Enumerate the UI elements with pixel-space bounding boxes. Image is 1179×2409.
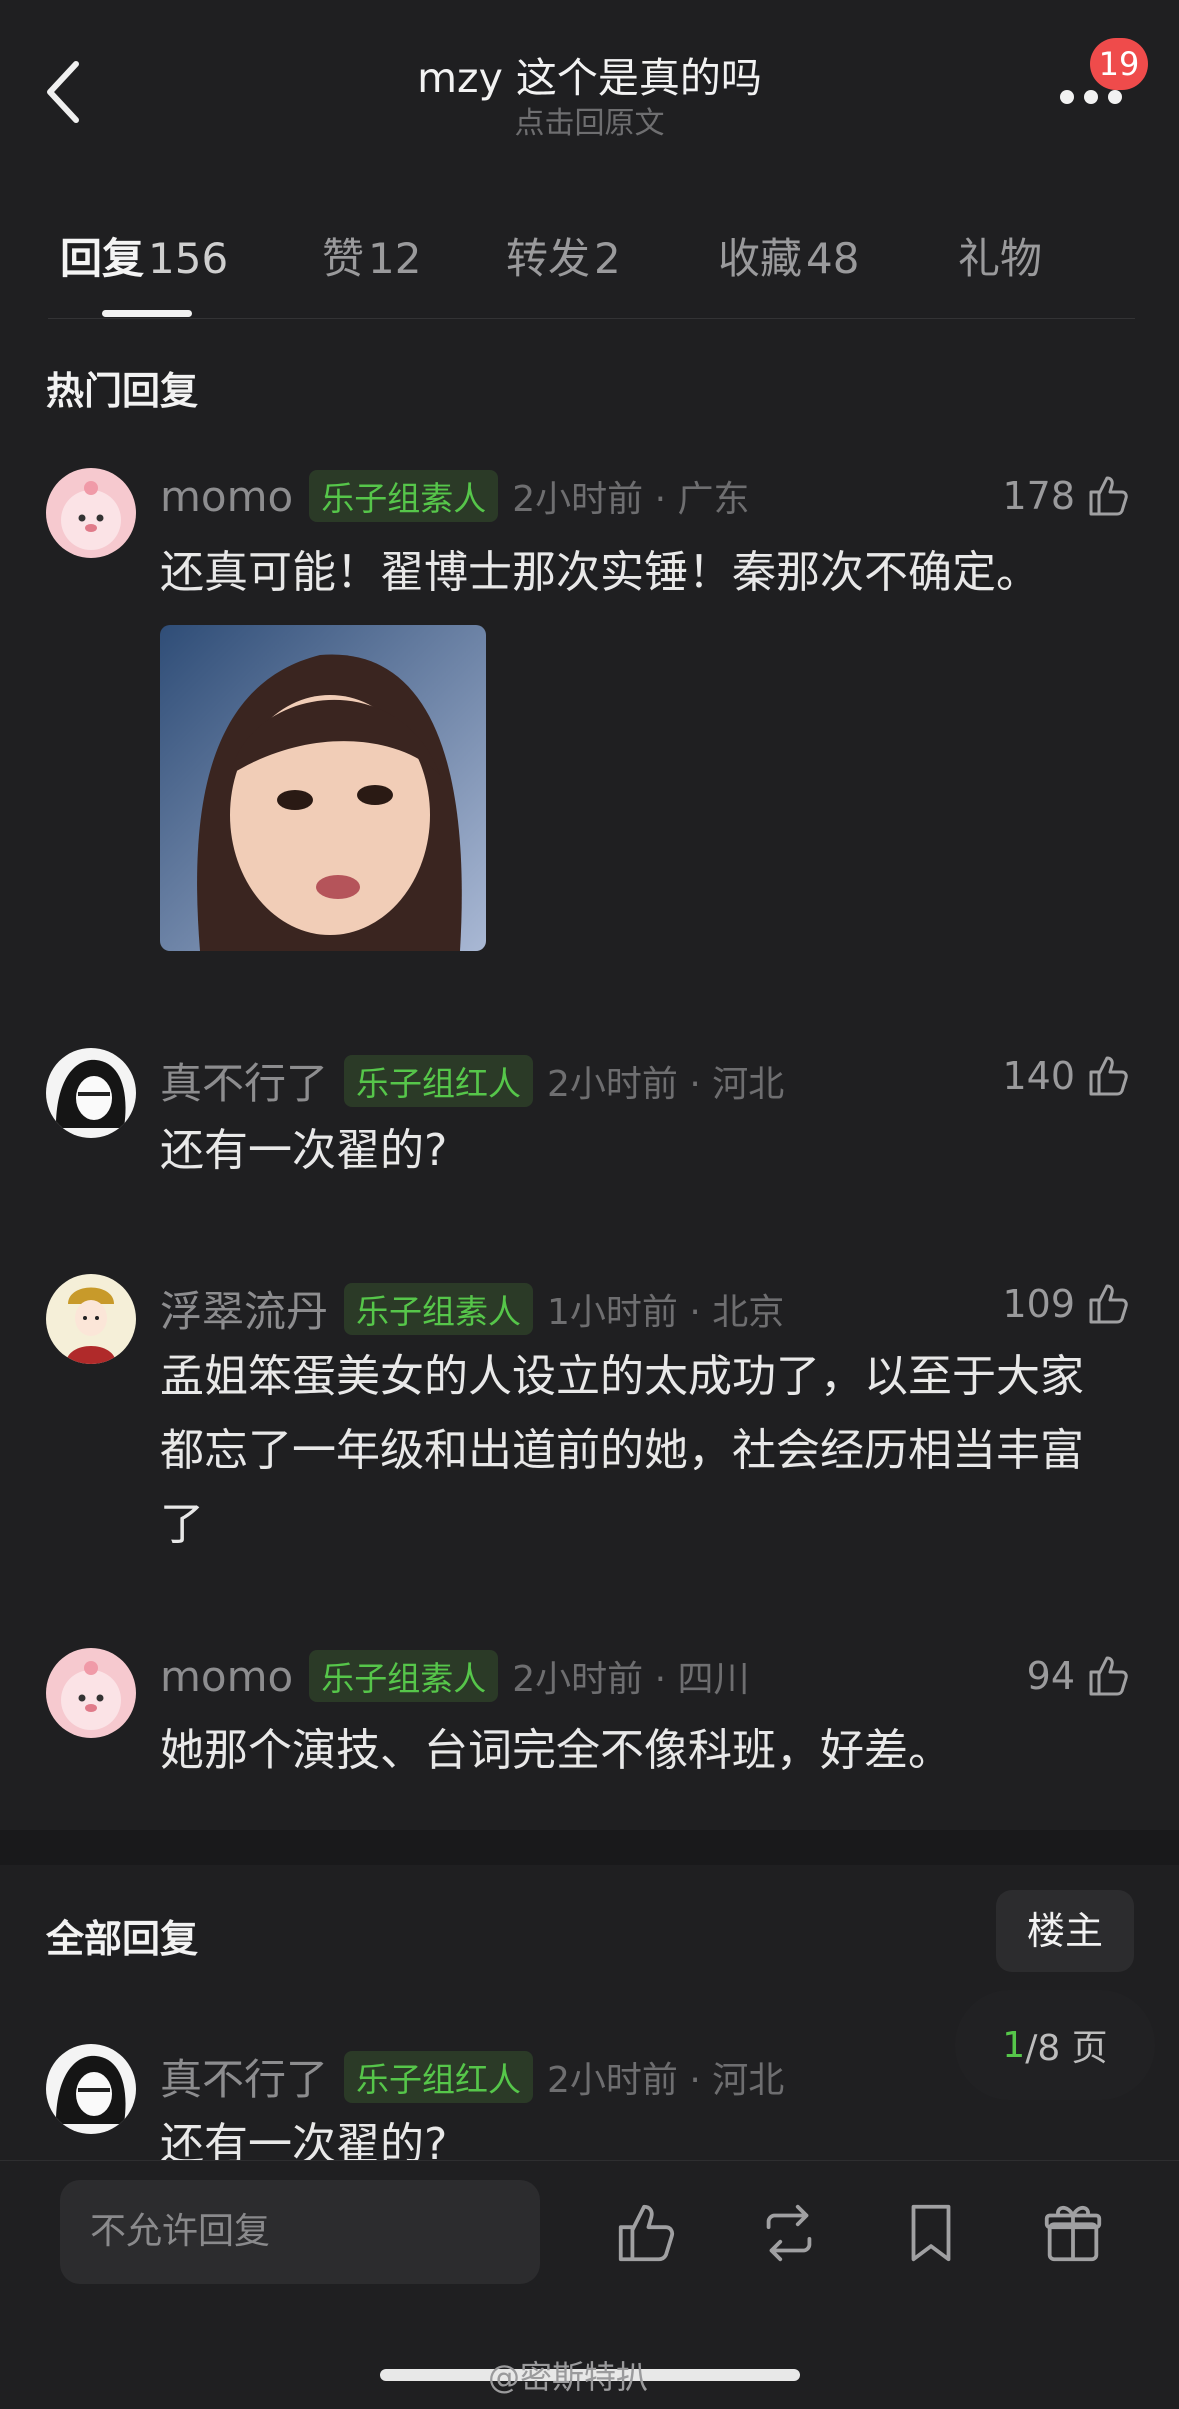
page-indicator[interactable]: 1/8 页 <box>955 1990 1155 2100</box>
tab-label: 礼物 <box>958 234 1043 283</box>
tab-count: 156 <box>148 234 229 283</box>
comment-text: 她那个演技、台词完全不像科班，好差。 <box>160 1725 952 1776</box>
username[interactable]: 浮翠流丹 <box>160 1278 328 1339</box>
tab-label: 收藏 <box>718 234 803 283</box>
tab-likes[interactable]: 赞12 <box>322 225 421 286</box>
like-button[interactable]: 140 <box>1002 1052 1133 1100</box>
page-total: /8 页 <box>1025 2028 1108 2069</box>
thumbs-up-icon <box>618 2204 675 2262</box>
more-dot-icon <box>1108 90 1122 104</box>
thumbs-up-icon <box>1089 1056 1128 1096</box>
pink-blob-avatar-icon <box>46 1648 136 1738</box>
like-button[interactable]: 178 <box>1002 472 1133 520</box>
like-count: 140 <box>1002 1054 1075 1098</box>
like-button[interactable]: 94 <box>1027 1652 1133 1700</box>
ink-girl-avatar-icon <box>46 1048 136 1138</box>
like-count: 109 <box>1002 1282 1075 1326</box>
user-tag: 乐子组红人 <box>344 2050 534 2103</box>
tab-replies[interactable]: 回复156 <box>60 225 228 286</box>
tab-count: 2 <box>594 234 621 283</box>
thumbs-up-icon <box>1089 1284 1128 1324</box>
timestamp: 2小时前 · 广东 <box>512 479 750 520</box>
more-dot-icon <box>1084 90 1098 104</box>
username[interactable]: momo <box>160 1652 293 1701</box>
like-count: 178 <box>1002 474 1075 518</box>
current-page: 1 <box>1002 2024 1026 2066</box>
section-separator <box>0 1830 1179 1865</box>
comment-meta: 真不行了 乐子组红人 2小时前 · 河北 <box>160 1050 784 1111</box>
avatar[interactable] <box>46 1648 136 1738</box>
thumbs-up-icon <box>1089 1656 1128 1696</box>
user-tag: 乐子组素人 <box>344 1282 534 1335</box>
avatar[interactable] <box>46 2044 136 2134</box>
like-post-button[interactable] <box>612 2198 682 2268</box>
comment-text: 孟姐笨蛋美女的人设立的太成功了，以至于大家都忘了一年级和出道前的她，社会经历相当… <box>160 1351 1084 1550</box>
repost-icon <box>766 2204 812 2262</box>
timestamp: 2小时前 · 河北 <box>547 1063 785 1105</box>
bookmark-icon <box>911 2204 951 2262</box>
user-tag: 乐子组红人 <box>344 1054 534 1107</box>
divider <box>48 318 1135 319</box>
active-tab-indicator <box>102 310 192 317</box>
timestamp: 1小时前 · 北京 <box>547 1291 785 1333</box>
tab-reposts[interactable]: 转发2 <box>506 225 621 286</box>
avatar[interactable] <box>46 1048 136 1138</box>
back-to-original-link[interactable]: 点击回原文 <box>0 98 1179 142</box>
comment-meta: momo 乐子组素人 2小时前 · 四川 <box>160 1650 749 1702</box>
owner-only-button[interactable]: 楼主 <box>996 1890 1134 1972</box>
timestamp: 2小时前 · 河北 <box>547 2059 785 2101</box>
tab-label: 转发 <box>506 234 591 283</box>
pink-blob-avatar-icon <box>46 468 136 558</box>
bookmark-button[interactable] <box>896 2198 966 2268</box>
comment-meta: momo 乐子组素人 2小时前 · 广东 <box>160 470 749 522</box>
avatar[interactable] <box>46 468 136 558</box>
more-dot-icon <box>1060 90 1074 104</box>
page-title: mzy 这个是真的吗 <box>417 54 762 102</box>
opera-girl-avatar-icon <box>46 1274 136 1364</box>
comment-meta: 真不行了 乐子组红人 2小时前 · 河北 <box>160 2046 784 2107</box>
tab-count: 48 <box>806 234 860 283</box>
username[interactable]: 真不行了 <box>160 2046 328 2107</box>
thumbs-up-icon <box>1089 476 1128 516</box>
reaction-photo <box>160 625 486 951</box>
reply-input[interactable]: 不允许回复 <box>60 2180 540 2284</box>
watermark: @密斯特扒 <box>488 2358 649 2396</box>
notification-badge: 19 <box>1090 38 1148 90</box>
comment-text: 还有一次翟的? <box>160 1125 448 1176</box>
comment-text: 还有一次翟的? <box>160 2119 448 2160</box>
hot-replies-heading: 热门回复 <box>46 369 199 413</box>
username[interactable]: 真不行了 <box>160 1050 328 1111</box>
comment-image[interactable] <box>160 625 486 951</box>
username[interactable]: momo <box>160 472 293 521</box>
tab-gifts[interactable]: 礼物 <box>958 225 1042 286</box>
tab-count: 12 <box>368 234 422 283</box>
all-replies-heading: 全部回复 <box>46 1917 199 1961</box>
timestamp: 2小时前 · 四川 <box>512 1659 750 1700</box>
tab-label: 赞 <box>322 234 365 283</box>
gift-button[interactable] <box>1038 2198 1108 2268</box>
user-tag: 乐子组素人 <box>309 470 499 522</box>
repost-button[interactable] <box>754 2198 824 2268</box>
tab-favorites[interactable]: 收藏48 <box>718 225 859 286</box>
like-count: 94 <box>1026 1654 1075 1698</box>
ink-girl-avatar-icon <box>46 2044 136 2134</box>
avatar[interactable] <box>46 1274 136 1364</box>
like-button[interactable]: 109 <box>1002 1280 1133 1328</box>
user-tag: 乐子组素人 <box>309 1650 499 1702</box>
tab-label: 回复 <box>60 234 145 283</box>
gift-icon <box>1044 2205 1102 2262</box>
comment-meta: 浮翠流丹 乐子组素人 1小时前 · 北京 <box>160 1278 784 1339</box>
comment-text: 还真可能！翟博士那次实锤！秦那次不确定。 <box>160 547 1040 598</box>
